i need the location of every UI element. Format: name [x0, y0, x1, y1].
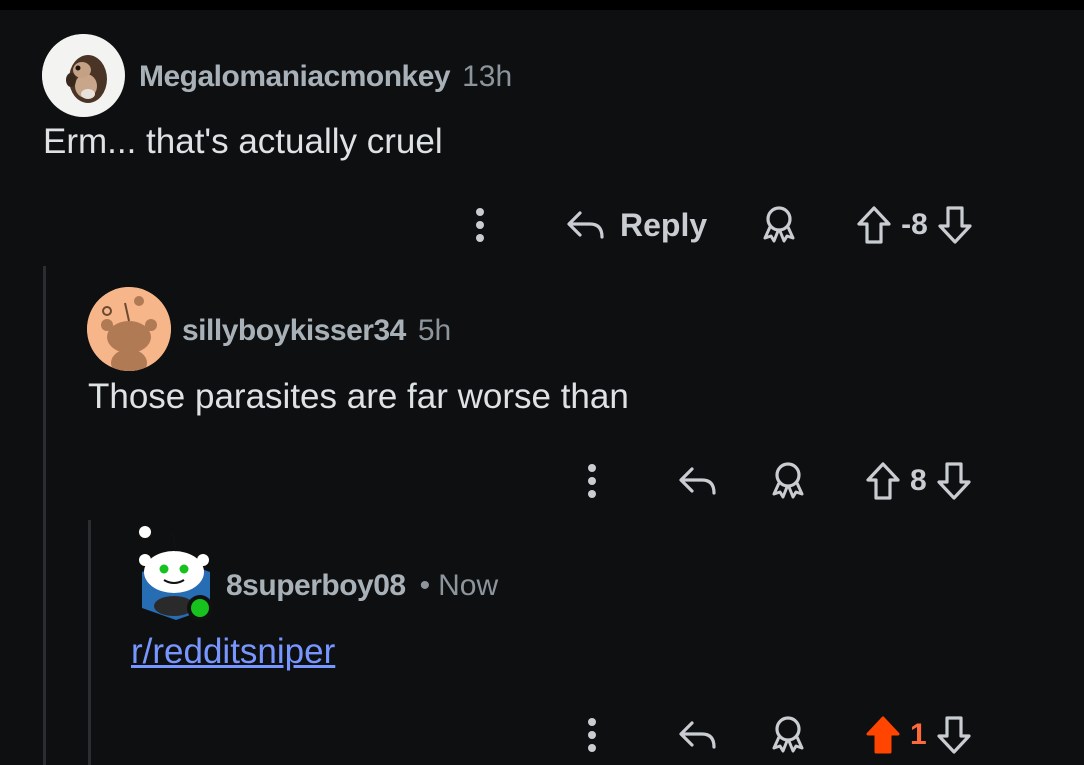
- downvote-arrow-icon: [937, 462, 971, 500]
- award-button[interactable]: [759, 204, 799, 246]
- username[interactable]: Megalomaniacmonkey: [139, 60, 451, 94]
- snoo-avatar-icon[interactable]: [87, 287, 171, 371]
- timestamp: 5h: [417, 314, 452, 347]
- online-status-dot: [191, 599, 209, 617]
- snoo-avatar-icon[interactable]: [134, 520, 218, 624]
- upvote-arrow-icon: [857, 206, 891, 244]
- username[interactable]: sillyboykisser34: [182, 314, 406, 348]
- subreddit-link[interactable]: r/redditsniper: [131, 632, 335, 671]
- reply-button[interactable]: Reply: [564, 207, 707, 244]
- more-vertical-icon: [588, 464, 596, 498]
- timestamp: Now: [438, 569, 499, 602]
- reply-icon: [679, 467, 716, 495]
- downvote-button[interactable]: [935, 714, 973, 756]
- separator-dot: •: [419, 569, 431, 602]
- thread-line-level-2[interactable]: [88, 520, 91, 765]
- comment-body: Those parasites are far worse than: [88, 377, 629, 416]
- more-options-button[interactable]: [466, 207, 494, 243]
- award-icon: [763, 206, 795, 243]
- vote-score: 1: [910, 718, 927, 751]
- vote-score: 8: [910, 464, 927, 497]
- username[interactable]: 8superboy08: [226, 569, 406, 603]
- reply-button[interactable]: [676, 717, 718, 753]
- downvote-arrow-icon: [938, 206, 972, 244]
- status-bar-strip: [0, 0, 1084, 10]
- comment-body: r/redditsniper: [131, 632, 335, 672]
- reply-icon: [679, 721, 716, 749]
- more-vertical-icon: [588, 718, 596, 752]
- award-icon: [772, 716, 804, 753]
- upvote-arrow-icon: [866, 462, 900, 500]
- reply-button[interactable]: [676, 463, 718, 499]
- more-options-button[interactable]: [578, 717, 606, 753]
- award-icon: [772, 462, 804, 499]
- monkey-avatar-icon[interactable]: [42, 34, 125, 117]
- upvote-button[interactable]: [864, 460, 902, 502]
- downvote-button[interactable]: [935, 460, 973, 502]
- upvote-arrow-filled-icon: [866, 716, 900, 754]
- upvote-button-active[interactable]: [864, 714, 902, 756]
- reply-label: Reply: [620, 206, 708, 243]
- award-button[interactable]: [768, 460, 808, 502]
- thread-line-level-1[interactable]: [43, 266, 46, 765]
- downvote-arrow-icon: [937, 716, 971, 754]
- timestamp: 13h: [462, 60, 513, 93]
- more-options-button[interactable]: [578, 463, 606, 499]
- more-vertical-icon: [476, 208, 484, 242]
- reply-icon: [567, 211, 604, 239]
- downvote-button[interactable]: [936, 204, 974, 246]
- vote-score: -8: [901, 208, 928, 241]
- upvote-button[interactable]: [855, 204, 893, 246]
- award-button[interactable]: [768, 714, 808, 756]
- comment-body: Erm... that's actually cruel: [43, 122, 443, 161]
